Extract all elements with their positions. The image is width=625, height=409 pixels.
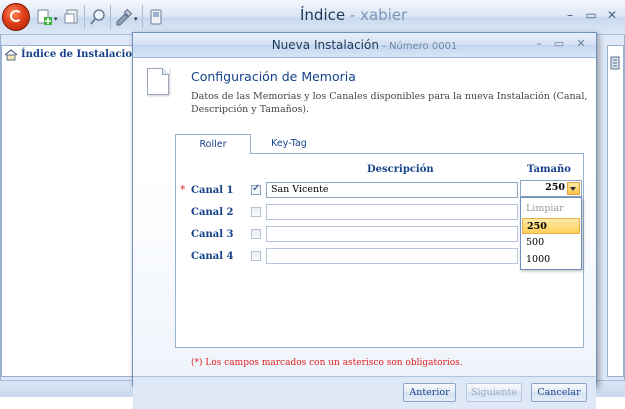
channel-3-description-input[interactable] [266,226,518,242]
separator [84,5,85,29]
separator [110,5,111,29]
dialog-description: Datos de las Memorias y los Canales disp… [191,91,588,115]
close-button[interactable]: ✕ [603,8,621,24]
channel-2-checkbox[interactable] [251,207,261,217]
open-document-icon[interactable] [63,8,81,26]
dialog-minimize-button[interactable]: – [531,37,547,51]
minimize-button[interactable]: – [561,8,579,24]
dialog-close-button[interactable]: ✕ [573,37,589,51]
left-pane-tab[interactable]: Índice de Instalaciones [1,47,136,63]
channel-2-description-input[interactable] [266,204,518,220]
separator [142,5,143,29]
size-select-value: 250 [545,182,565,193]
dialog-title: Nueva Instalación - Número 0001 [271,38,458,52]
chevron-down-icon[interactable] [567,182,580,195]
document-icon [147,68,169,95]
column-header-size: Tamaño [527,164,571,175]
right-pane-strip [607,45,624,377]
pin-icon[interactable] [610,56,620,70]
left-pane-tab-label: Índice de Instalaciones [21,49,136,60]
dialog-button-bar: Anterior Siguiente Cancelar [133,376,596,409]
tab-key-tag[interactable]: Key-Tag [251,134,327,154]
channel-label: Canal 3 [191,229,234,240]
previous-button[interactable]: Anterior [403,383,456,402]
main-titlebar: ▾ ▾ Índice - xabier – ▭ ✕ [0,0,625,35]
channel-3-checkbox[interactable] [251,229,261,239]
channel-1-description-input[interactable]: San Vicente [266,182,518,198]
channel-label: Canal 4 [191,251,234,262]
next-button[interactable]: Siguiente [466,383,522,402]
cancel-button[interactable]: Cancelar [531,383,587,402]
dialog-titlebar: Nueva Instalación - Número 0001 – ▭ ✕ [133,33,596,58]
size-dropdown-list: Limpiar 250 500 1000 [520,197,582,270]
required-fields-note: (*) Los campos marcados con un asterisco… [191,358,463,368]
channel-label: Canal 2 [191,207,234,218]
channel-4-checkbox[interactable] [251,251,261,261]
device-icon[interactable] [147,8,165,26]
size-option-1000[interactable]: 1000 [522,252,580,268]
size-option-500[interactable]: 500 [522,235,580,251]
left-pane [1,45,138,377]
dialog-heading: Configuración de Memoria [191,69,356,84]
channel-1-checkbox[interactable] [251,183,261,195]
channel-4-description-input[interactable] [266,248,518,264]
dropdown-arrow-icon[interactable]: ▾ [54,15,58,23]
home-icon [4,49,18,61]
brush-icon[interactable] [115,8,133,26]
app-orb-button[interactable] [2,3,30,31]
dialog-maximize-button[interactable]: ▭ [551,37,567,51]
size-option-clear[interactable]: Limpiar [522,201,580,217]
dropdown-arrow-icon[interactable]: ▾ [134,15,138,23]
channel-label: Canal 1 [191,185,234,196]
channel-1-size-select[interactable]: 250 [520,180,582,197]
required-asterisk: * [180,183,186,196]
maximize-button[interactable]: ▭ [582,8,600,24]
size-option-250[interactable]: 250 [522,218,580,234]
tab-roller[interactable]: Roller [175,134,251,154]
window-title: Índice - xabier [300,6,408,24]
new-document-icon[interactable] [35,8,53,26]
search-icon[interactable] [89,8,107,26]
column-header-description: Descripción [367,164,434,175]
